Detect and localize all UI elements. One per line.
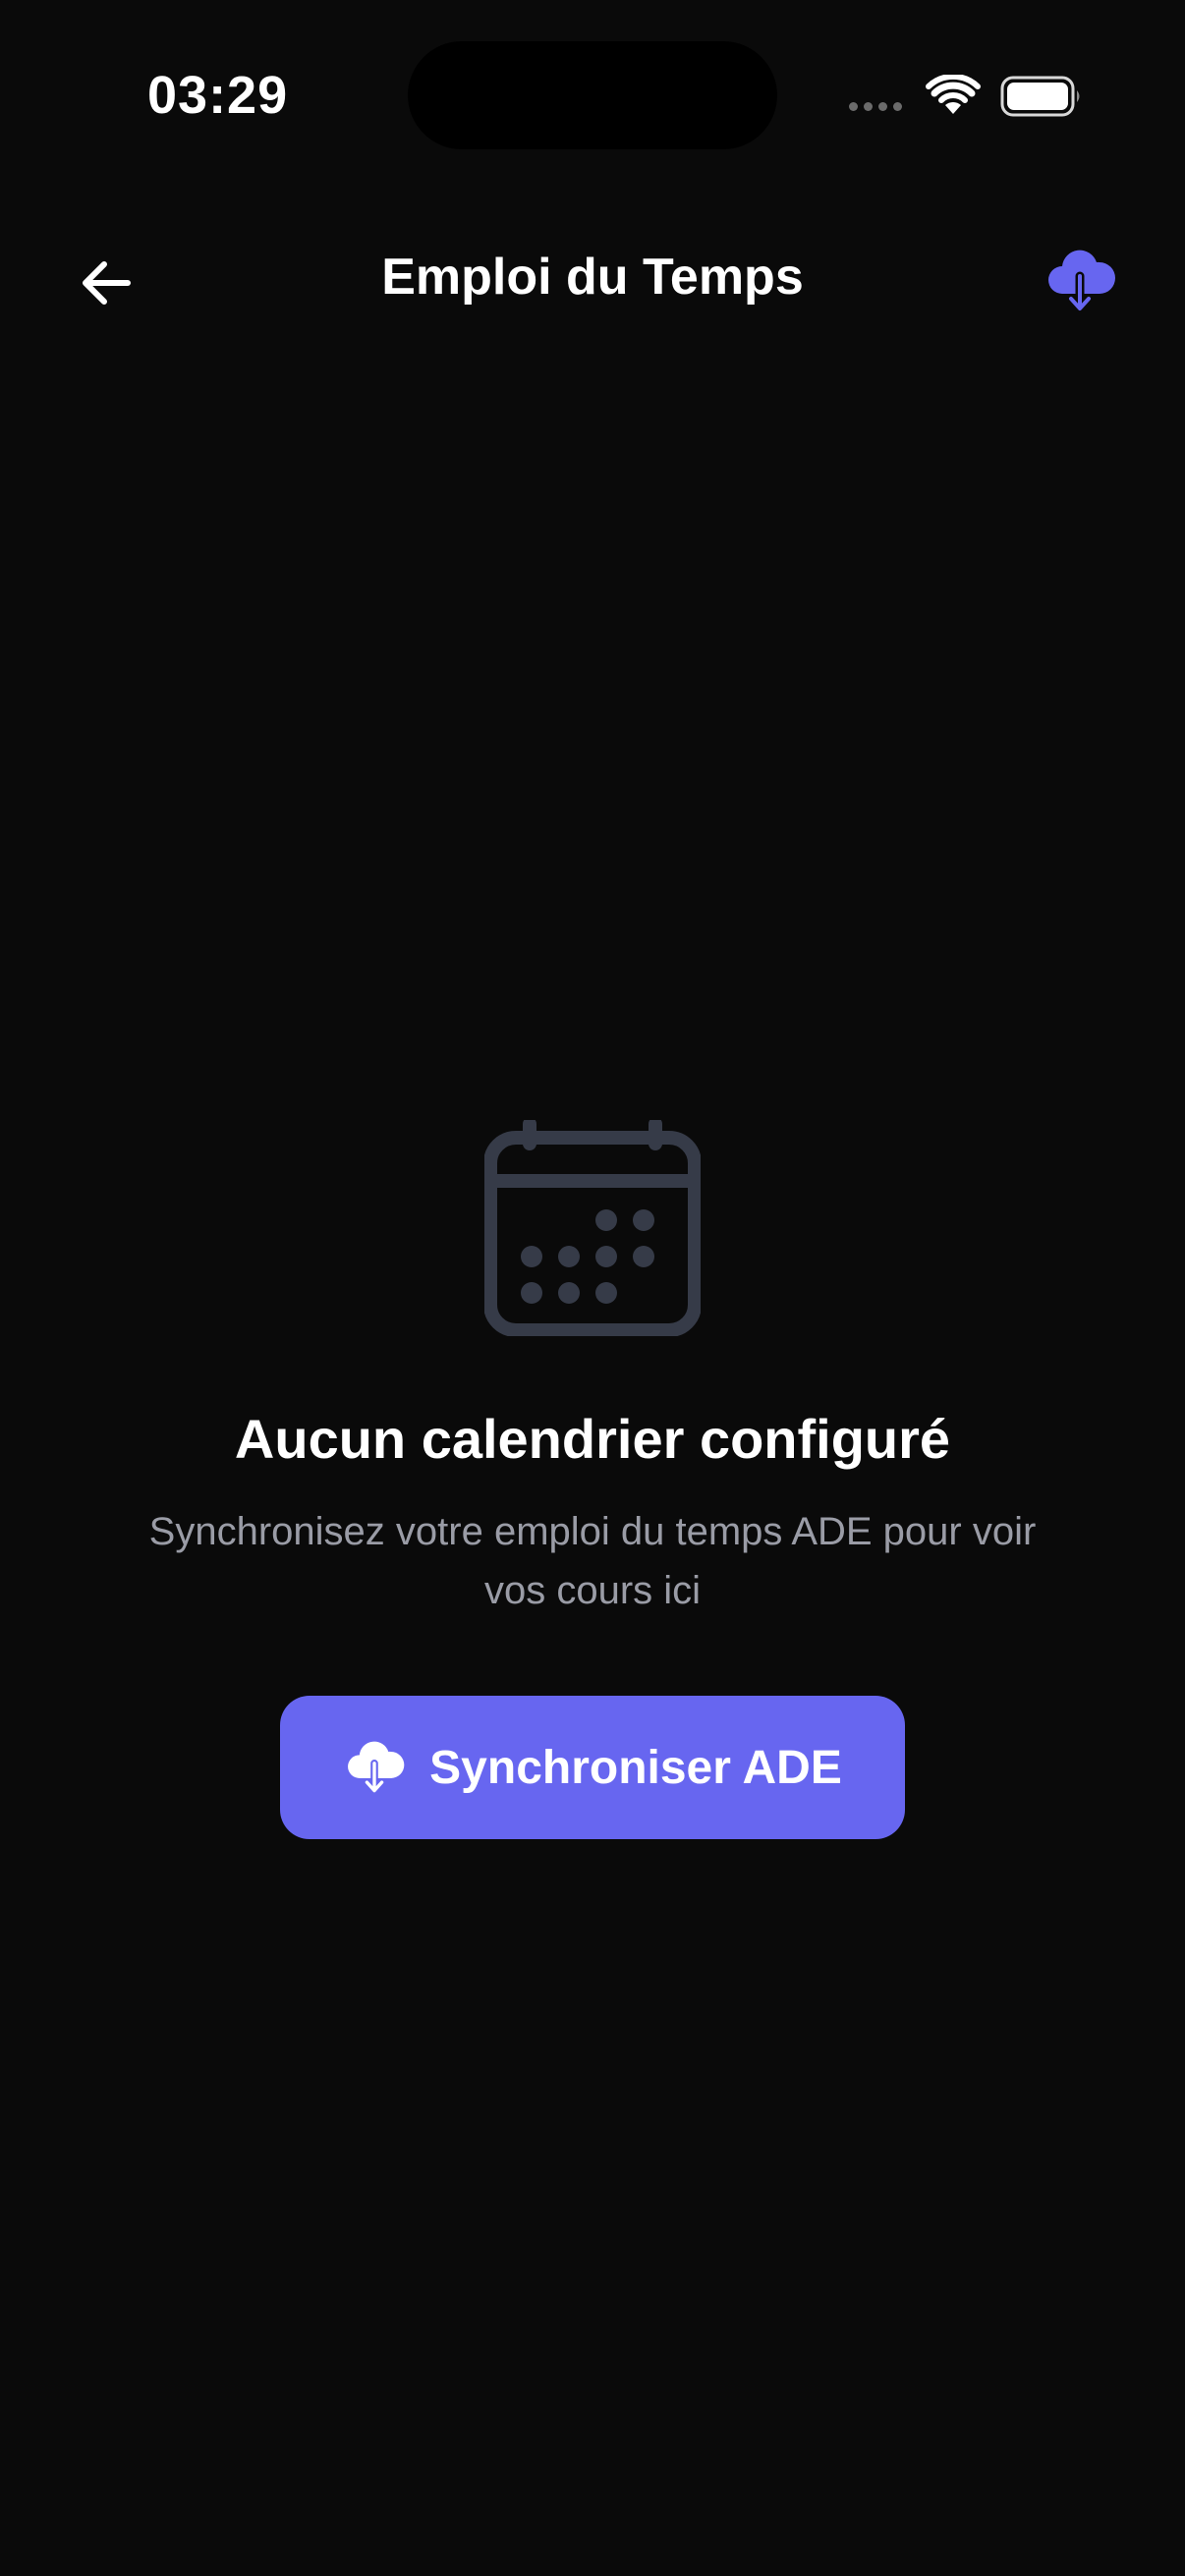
empty-state-title: Aucun calendrier configuré: [234, 1408, 951, 1470]
status-time: 03:29: [147, 66, 289, 125]
cloud-download-icon: [1048, 250, 1115, 313]
dynamic-island: [408, 41, 777, 149]
cloud-download-icon: [348, 1741, 405, 1795]
nav-bar: Emploi du Temps: [0, 226, 1185, 334]
calendar-icon: [484, 1120, 701, 1336]
cellular-signal-icon: [849, 102, 902, 111]
sync-ade-button[interactable]: Synchroniser ADE: [280, 1696, 905, 1839]
wifi-icon: [926, 75, 981, 114]
empty-state-subtitle: Synchronisez votre emploi du temps ADE p…: [148, 1510, 1037, 1612]
status-bar: 03:29: [0, 0, 1185, 187]
empty-state: Aucun calendrier configuré Synchronisez …: [0, 1120, 1185, 1620]
sync-ade-icon-button[interactable]: [1036, 240, 1124, 322]
sync-ade-button-label: Synchroniser ADE: [429, 1741, 842, 1794]
page-title: Emploi du Temps: [381, 249, 804, 306]
battery-icon: [1000, 76, 1080, 117]
